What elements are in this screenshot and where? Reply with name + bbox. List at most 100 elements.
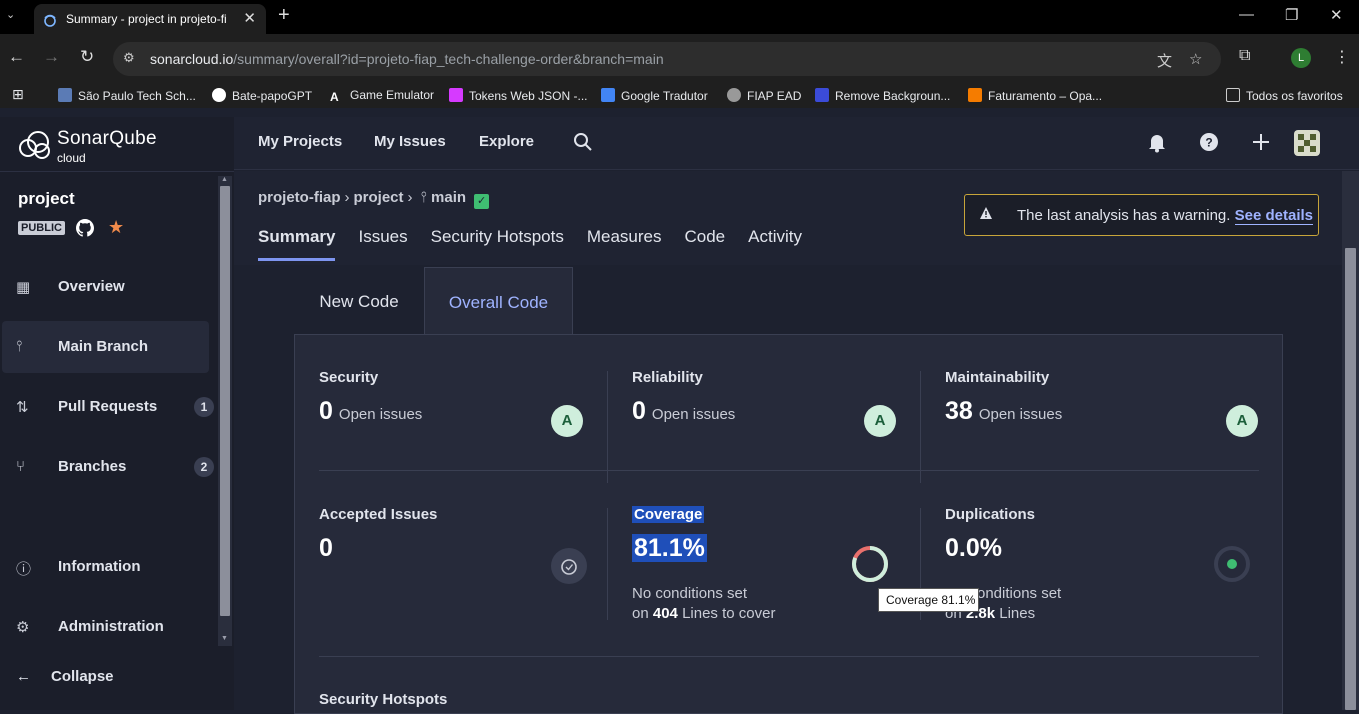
sonarcloud-favicon-icon (44, 14, 56, 27)
sidebar-item-administration[interactable]: ⚙ Administration (2, 601, 209, 653)
tab-search-chevron-icon[interactable]: ⌄ (6, 8, 15, 21)
tab-activity[interactable]: Activity (748, 227, 802, 260)
sidebar-item-label: Overview (58, 278, 125, 295)
all-bookmarks-folder[interactable]: Todos os favoritos (1226, 88, 1343, 103)
bookmark-item[interactable]: FIAP EAD (727, 88, 801, 103)
tab-measures[interactable]: Measures (587, 227, 662, 260)
metrics-panel: Security 0 Open issues A Reliability 0 Ope… (294, 334, 1283, 714)
tab-summary[interactable]: Summary (258, 227, 336, 261)
notifications-bell-icon[interactable] (1146, 131, 1168, 153)
bookmark-favicon-icon: A (330, 90, 339, 104)
translate-icon[interactable]: 文 (1157, 50, 1172, 71)
url-text[interactable]: sonarcloud.io/summary/overall?id=projeto… (150, 51, 664, 67)
identicon-icon (1298, 134, 1316, 152)
reliability-grade-badge[interactable]: A (864, 405, 896, 437)
page-scrollbar[interactable] (1342, 171, 1359, 710)
collapse-sidebar-button[interactable]: ← Collapse (16, 668, 114, 685)
metric-value[interactable]: 0.0% (945, 534, 1002, 563)
sidebar-item-information[interactable]: ⓘ Information (2, 541, 209, 593)
bookmark-item[interactable]: São Paulo Tech Sch... (58, 88, 196, 103)
see-details-link[interactable]: See details (1234, 207, 1314, 225)
profile-avatar[interactable]: L (1291, 48, 1311, 68)
bookmark-favicon-icon (212, 88, 226, 102)
bookmark-star-icon[interactable]: ☆ (1189, 50, 1202, 68)
bookmark-item[interactable]: Remove Backgroun... (815, 88, 950, 103)
duplications-indicator[interactable] (1214, 546, 1250, 582)
extensions-icon[interactable]: ⧉ (1239, 47, 1250, 65)
tab-issues[interactable]: Issues (358, 227, 407, 260)
project-tabs: Summary Issues Security Hotspots Measures Co… (258, 227, 825, 261)
sidebar-item-main-branch[interactable]: ⫯ Main Branch (2, 321, 209, 373)
restore-icon[interactable]: ❐ (1285, 6, 1298, 24)
metric-value[interactable]: 0 Open issues (632, 397, 735, 426)
close-window-icon[interactable]: ✕ (1330, 6, 1343, 24)
coverage-conditions: No conditions set (632, 585, 748, 602)
github-icon[interactable] (76, 219, 94, 237)
scroll-up-arrow-icon[interactable]: ▲ (221, 176, 228, 183)
sidebar-item-label: Branches (58, 458, 127, 475)
nav-explore[interactable]: Explore (479, 133, 534, 150)
sonarqube-cloud-logo[interactable]: SonarQube cloud (17, 126, 217, 166)
address-bar[interactable]: ⚙ sonarcloud.io/summary/overall?id=proje… (113, 42, 1221, 76)
bookmark-item[interactable]: Tokens Web JSON -... (449, 88, 587, 103)
new-tab-icon[interactable]: + (278, 4, 290, 27)
reload-icon[interactable]: ↻ (80, 47, 94, 67)
branches-count: 2 (194, 457, 214, 477)
site-info-icon[interactable]: ⚙ (123, 50, 141, 68)
apps-grid-icon[interactable]: ⊞ (12, 86, 24, 103)
tab-new-code[interactable]: New Code (294, 267, 424, 335)
column-divider (607, 508, 608, 620)
tab-security-hotspots[interactable]: Security Hotspots (431, 227, 564, 260)
row-divider (319, 470, 1259, 471)
minimize-icon[interactable]: — (1239, 6, 1254, 23)
browser-tab-active[interactable]: Summary - project in projeto-fi ✕ (34, 4, 266, 34)
menu-kebab-icon[interactable]: ⋮ (1334, 47, 1350, 67)
breadcrumb-branch[interactable]: main (431, 189, 466, 206)
nav-my-projects[interactable]: My Projects (258, 133, 342, 150)
bookmark-item[interactable]: Google Tradutor (601, 88, 708, 103)
top-navigation: My Projects My Issues Explore ? (234, 117, 1359, 170)
sidebar-item-pull-requests[interactable]: ⇅ Pull Requests 1 (2, 381, 214, 433)
page-scroll-thumb[interactable] (1345, 248, 1356, 710)
user-avatar[interactable] (1294, 130, 1320, 156)
metric-value[interactable]: 38 Open issues (945, 397, 1062, 426)
bookmark-item[interactable]: Bate-papoGPT (212, 88, 312, 103)
back-icon[interactable]: ← (8, 47, 25, 67)
search-icon[interactable] (572, 131, 594, 153)
sidebar-item-branches[interactable]: ⑂ Branches 2 (2, 441, 214, 493)
quality-gate-passed-icon: ✓ (474, 194, 490, 209)
sidebar-scrollbar[interactable]: ▲ ▼ (218, 176, 232, 646)
sidebar-scroll-thumb[interactable] (220, 186, 230, 616)
coverage-donut-chart[interactable] (851, 545, 889, 583)
favorite-star-icon[interactable]: ★ (108, 217, 124, 238)
scroll-down-arrow-icon[interactable]: ▼ (221, 635, 228, 642)
plus-icon[interactable] (1250, 131, 1272, 153)
sidebar-item-overview[interactable]: ▦ Overview (2, 261, 209, 313)
tab-code[interactable]: Code (685, 227, 726, 260)
bookmarks-bar: ⊞ São Paulo Tech Sch... Bate-papoGPT A Ga… (0, 84, 1359, 108)
metric-title: Duplications (945, 506, 1036, 523)
tab-close-icon[interactable]: ✕ (243, 9, 256, 27)
coverage-lines: on 404 Lines to cover (632, 605, 776, 622)
column-divider (607, 371, 608, 483)
tab-overall-code[interactable]: Overall Code (424, 267, 573, 335)
bookmark-favicon-icon (449, 88, 463, 102)
metric-value[interactable]: 81.1% (632, 534, 707, 563)
project-sidebar: SonarQube cloud project PUBLIC ★ ▦ Overv… (0, 117, 234, 710)
breadcrumb-project[interactable]: project (354, 189, 404, 206)
nav-my-issues[interactable]: My Issues (374, 133, 446, 150)
gear-icon: ⚙ (16, 619, 30, 636)
help-icon[interactable]: ? (1198, 131, 1220, 153)
folder-icon (1226, 88, 1240, 102)
metric-value[interactable]: 0 (319, 534, 333, 563)
security-grade-badge[interactable]: A (551, 405, 583, 437)
breadcrumb-org[interactable]: projeto-fiap (258, 189, 341, 206)
brand-name: SonarQube (57, 128, 157, 149)
coverage-tooltip: Coverage 81.1% (878, 588, 979, 612)
forward-icon[interactable]: → (43, 47, 60, 67)
bookmark-item[interactable]: A Game Emulator (330, 88, 434, 104)
metric-value[interactable]: 0 Open issues (319, 397, 422, 426)
bookmark-item[interactable]: Faturamento – Opa... (968, 88, 1102, 103)
browser-toolbar: ← → ↻ ⚙ sonarcloud.io/summary/overall?id… (0, 34, 1359, 84)
maintainability-grade-badge[interactable]: A (1226, 405, 1258, 437)
